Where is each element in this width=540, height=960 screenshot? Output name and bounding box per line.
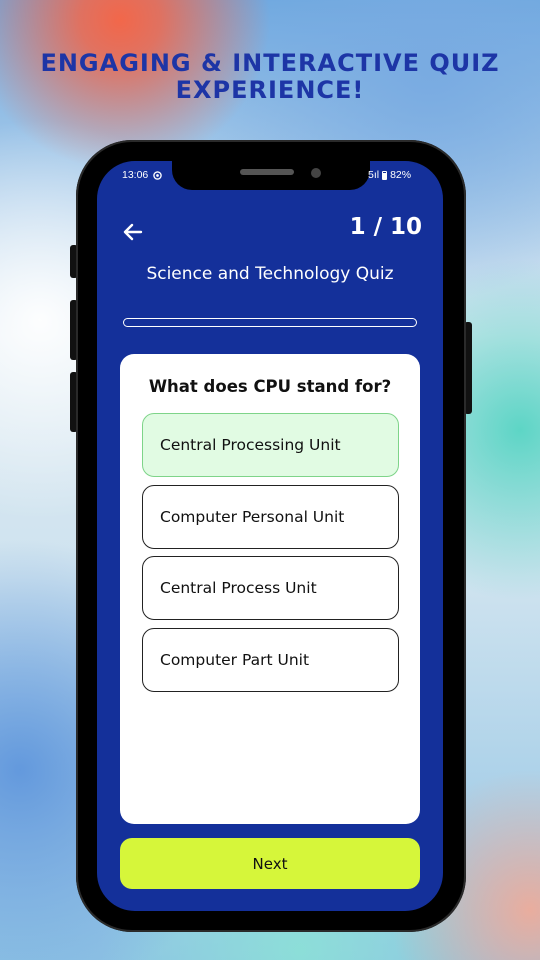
answer-option[interactable]: Central Processing Unit bbox=[142, 413, 399, 477]
answer-option[interactable]: Central Process Unit bbox=[142, 556, 399, 620]
status-time: 13:06 bbox=[122, 169, 149, 181]
answer-option-label: Central Process Unit bbox=[160, 579, 317, 597]
notification-icon bbox=[153, 170, 163, 180]
question-counter: 1 / 10 bbox=[349, 214, 422, 240]
phone-camera bbox=[311, 168, 321, 178]
promo-headline-line2: EXPERIENCE! bbox=[175, 76, 365, 104]
status-bar-right: 5ıl 82% bbox=[368, 169, 411, 181]
next-button[interactable]: Next bbox=[120, 838, 420, 889]
battery-percent: 82% bbox=[390, 169, 412, 181]
answer-option-label: Central Processing Unit bbox=[160, 436, 341, 454]
quiz-progress-bar bbox=[123, 318, 417, 327]
promo-headline-line1: ENGAGING & INTERACTIVE QUIZ bbox=[40, 49, 500, 77]
quiz-title: Science and Technology Quiz bbox=[146, 264, 394, 284]
answer-option-label: Computer Personal Unit bbox=[160, 508, 345, 526]
next-button-label: Next bbox=[252, 854, 288, 873]
phone-speaker bbox=[240, 169, 294, 175]
arrow-left-icon[interactable] bbox=[121, 220, 145, 244]
answer-option-label: Computer Part Unit bbox=[160, 651, 310, 669]
answer-option[interactable]: Computer Personal Unit bbox=[142, 485, 399, 549]
promo-headline: ENGAGING & INTERACTIVE QUIZ EXPERIENCE! bbox=[0, 50, 540, 104]
battery-icon bbox=[382, 170, 388, 180]
status-bar-left: 13:06 bbox=[122, 169, 163, 181]
signal-indicator: 5ıl bbox=[368, 169, 380, 181]
question-text: What does CPU stand for? bbox=[148, 377, 392, 396]
answer-option[interactable]: Computer Part Unit bbox=[142, 628, 399, 692]
